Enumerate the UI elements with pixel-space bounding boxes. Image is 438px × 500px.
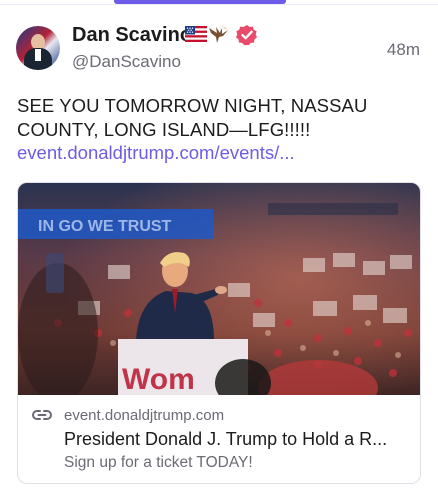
link-icon [32,410,52,420]
author-display-name[interactable]: Dan Scavino [72,24,192,47]
card-description: Sign up for a ticket TODAY! [64,454,253,471]
link-preview-card[interactable]: IN GO WE TRUST Wom event.donaldjtrump.co… [17,182,421,484]
verified-icon [236,25,257,46]
post-timestamp[interactable]: 48m [387,40,420,60]
post-text: SEE YOU TOMORROW NIGHT, NASSAU COUNTY, L… [17,95,368,140]
divider [0,4,438,5]
post-link[interactable]: event.donaldjtrump.com/events/... [17,142,295,164]
rally-photo: IN GO WE TRUST Wom [18,183,420,395]
card-domain: event.donaldjtrump.com [64,407,225,424]
sign-text: Wom [122,363,195,395]
us-flag-icon [185,26,207,42]
card-title[interactable]: President Donald J. Trump to Hold a R... [64,429,387,450]
avatar[interactable] [16,26,60,70]
author-handle[interactable]: @DanScavino [72,52,181,72]
eagle-icon [209,25,228,43]
link-preview-footer[interactable]: event.donaldjtrump.com President Donald … [18,395,420,483]
svg-text:IN GO WE TRUST: IN GO WE TRUST [38,218,172,235]
